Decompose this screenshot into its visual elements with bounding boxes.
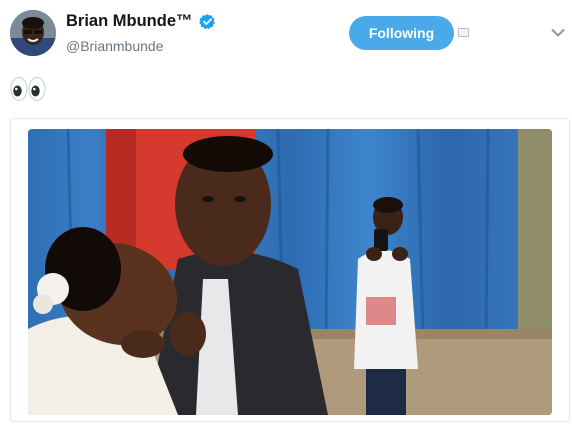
- tweet-photo[interactable]: [28, 129, 552, 415]
- display-name[interactable]: Brian Mbunde™: [66, 12, 193, 31]
- verified-badge-icon: [198, 14, 215, 30]
- avatar-image: [10, 10, 56, 56]
- wedding-photo-image: [28, 129, 552, 415]
- author-handle[interactable]: @Brianmbunde: [66, 38, 164, 54]
- tweet-text: 👀: [10, 76, 46, 102]
- author-name-row[interactable]: Brian Mbunde™: [66, 12, 216, 31]
- chevron-down-icon[interactable]: [551, 28, 565, 38]
- eyes-emoji-icon: [10, 76, 46, 102]
- avatar[interactable]: [10, 10, 56, 56]
- following-button[interactable]: Following: [349, 16, 454, 50]
- placeholder-icon: [458, 28, 469, 37]
